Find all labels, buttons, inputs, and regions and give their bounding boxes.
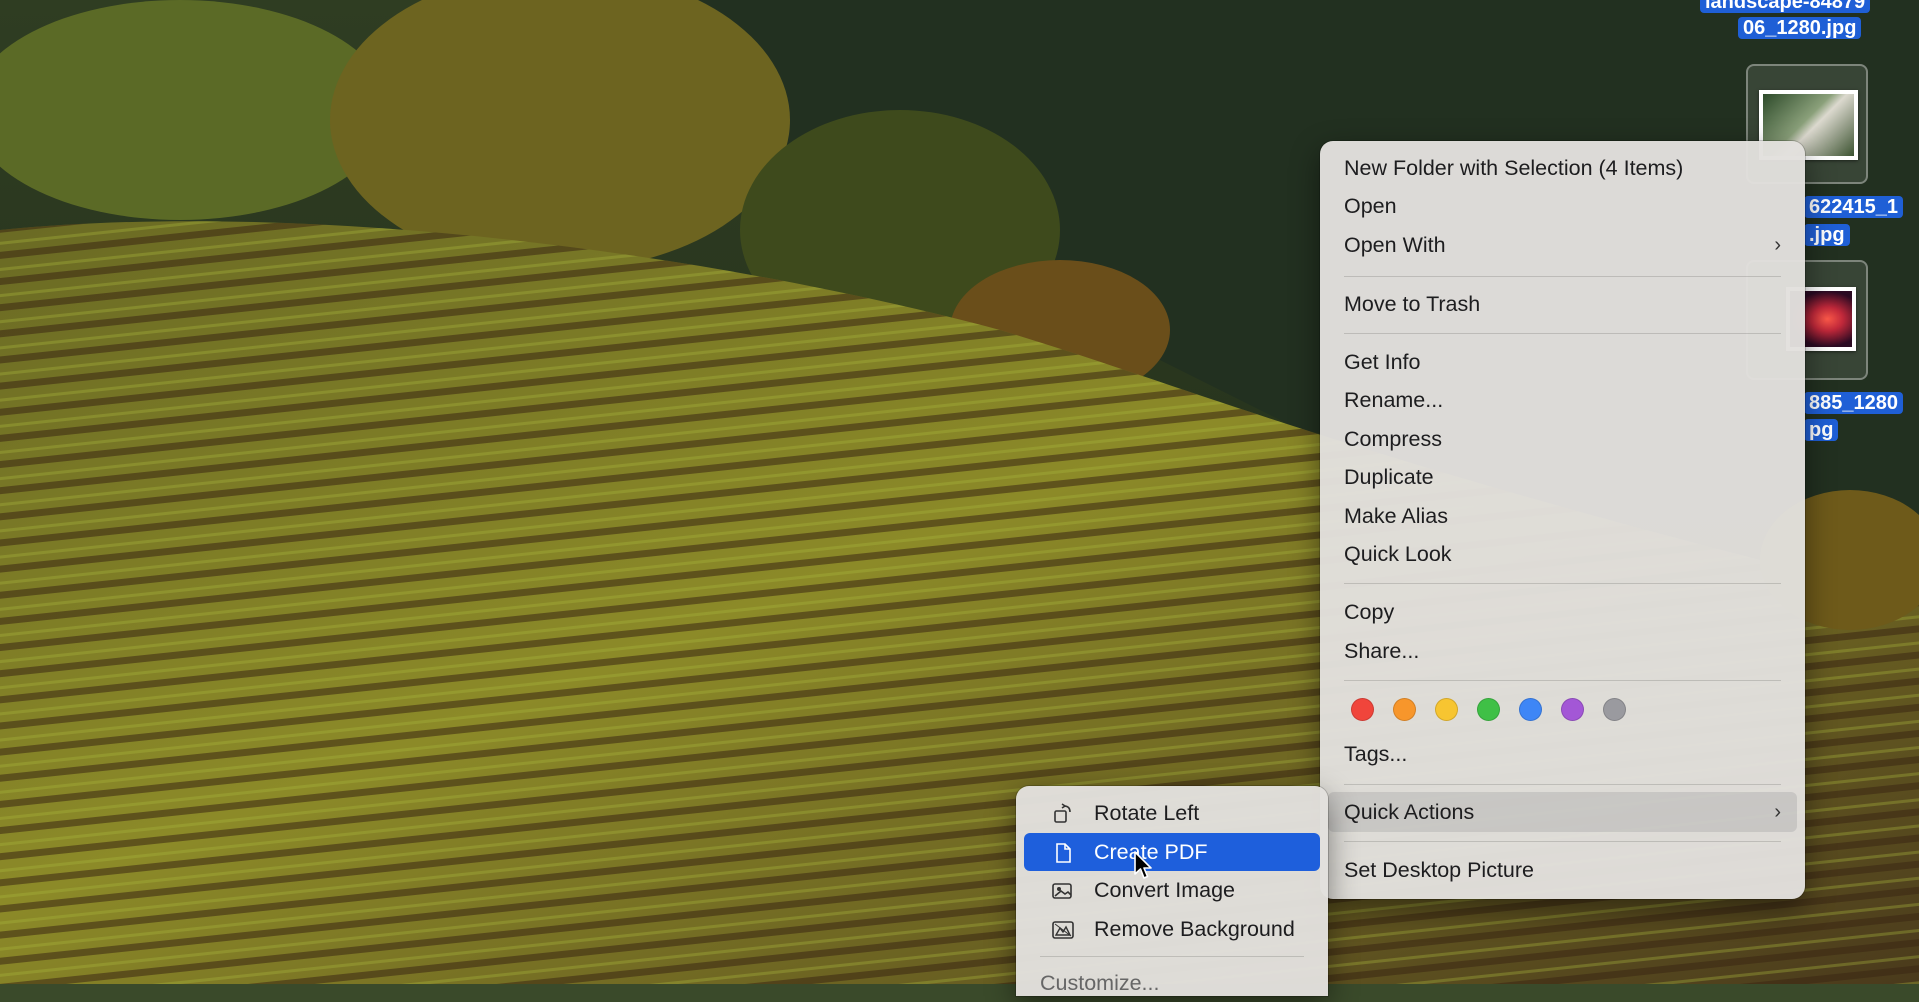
menu-item-quick-actions[interactable]: Quick Actions ›: [1344, 793, 1781, 831]
rotate-left-icon: [1054, 803, 1071, 823]
file-name-line1: 622415_1: [1804, 196, 1903, 218]
tag-green[interactable]: [1477, 698, 1500, 721]
mouse-pointer-icon: [1134, 851, 1152, 879]
menu-item-share[interactable]: Share...: [1344, 632, 1419, 670]
menu-item-compress[interactable]: Compress: [1344, 420, 1442, 458]
tag-yellow[interactable]: [1435, 698, 1458, 721]
file-name-line2: 06_1280.jpg: [1738, 17, 1862, 39]
submenu-item-label: Rotate Left: [1094, 801, 1200, 825]
tag-red[interactable]: [1351, 698, 1374, 721]
document-icon: [1056, 843, 1071, 863]
menu-item-open-with[interactable]: Open With ›: [1344, 226, 1781, 264]
submenu-item-customize[interactable]: Customize...: [1024, 964, 1320, 1002]
chevron-right-icon: ›: [1774, 234, 1781, 256]
tag-gray[interactable]: [1603, 698, 1626, 721]
menu-item-make-alias[interactable]: Make Alias: [1344, 497, 1448, 535]
file-name-line2: pg: [1804, 419, 1839, 441]
file-name-line2: .jpg: [1804, 224, 1850, 246]
tag-purple[interactable]: [1561, 698, 1584, 721]
submenu-item-convert-image[interactable]: Convert Image: [1024, 871, 1320, 909]
submenu-item-label: Customize...: [1040, 971, 1160, 995]
quick-actions-submenu: Rotate Left Create PDF Convert Image Rem…: [1016, 786, 1328, 996]
menu-separator: [1344, 583, 1781, 584]
remove-background-icon: [1052, 921, 1074, 939]
submenu-item-create-pdf[interactable]: Create PDF: [1024, 833, 1320, 871]
desktop-file-1[interactable]: landscape-84879 06_1280.jpg: [1700, 0, 1919, 42]
chevron-right-icon: ›: [1774, 801, 1781, 823]
menu-item-new-folder-with-selection[interactable]: New Folder with Selection (4 Items): [1344, 149, 1683, 187]
menu-item-tags[interactable]: Tags...: [1344, 735, 1407, 773]
file-name-line1: landscape-84879: [1700, 0, 1871, 13]
menu-item-move-to-trash[interactable]: Move to Trash: [1344, 285, 1480, 323]
menu-separator: [1040, 956, 1304, 957]
menu-separator: [1344, 841, 1781, 842]
menu-item-label: Quick Actions: [1344, 800, 1475, 824]
submenu-item-label: Remove Background: [1094, 917, 1295, 941]
menu-item-get-info[interactable]: Get Info: [1344, 343, 1421, 381]
menu-separator: [1344, 680, 1781, 681]
submenu-item-rotate-left[interactable]: Rotate Left: [1024, 794, 1320, 832]
menu-item-duplicate[interactable]: Duplicate: [1344, 458, 1434, 496]
tag-orange[interactable]: [1393, 698, 1416, 721]
menu-item-quick-look[interactable]: Quick Look: [1344, 535, 1452, 573]
menu-item-label: Open With: [1344, 233, 1446, 257]
menu-separator: [1344, 784, 1781, 785]
context-menu: New Folder with Selection (4 Items) Open…: [1320, 141, 1805, 899]
menu-item-rename[interactable]: Rename...: [1344, 381, 1443, 419]
menu-item-open[interactable]: Open: [1344, 187, 1397, 225]
menu-separator: [1344, 276, 1781, 277]
file-name-line1: 885_1280: [1804, 392, 1903, 414]
menu-item-set-desktop-picture[interactable]: Set Desktop Picture: [1344, 851, 1534, 889]
tag-blue[interactable]: [1519, 698, 1542, 721]
submenu-item-remove-background[interactable]: Remove Background: [1024, 910, 1320, 948]
image-icon: [1052, 883, 1072, 899]
menu-separator: [1344, 333, 1781, 334]
submenu-item-label: Convert Image: [1094, 878, 1236, 902]
menu-item-copy[interactable]: Copy: [1344, 593, 1394, 631]
